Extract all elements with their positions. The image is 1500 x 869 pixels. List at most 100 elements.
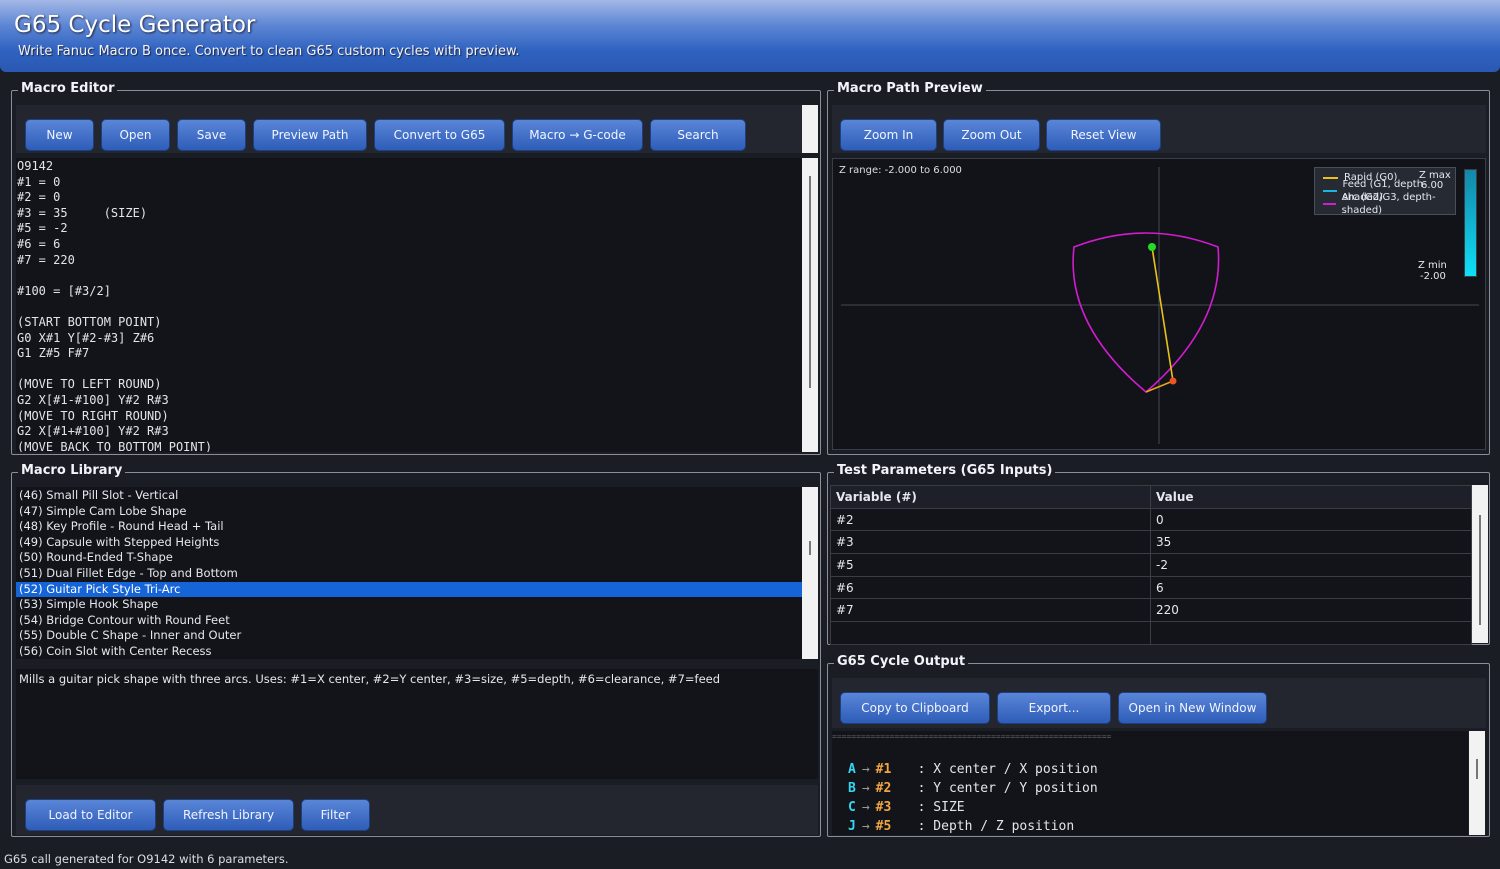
macro-list[interactable]: (46) Small Pill Slot - Vertical (47) Simp… bbox=[16, 487, 802, 659]
macro-list-item[interactable]: (47) Simple Cam Lobe Shape bbox=[16, 504, 802, 520]
new-button[interactable]: New bbox=[25, 119, 94, 151]
status-bar: G65 call generated for O9142 with 6 para… bbox=[4, 852, 289, 866]
code-line: (START BOTTOM POINT) bbox=[17, 314, 162, 329]
path-preview-group: Macro Path Preview Zoom In Zoom Out Rese… bbox=[827, 81, 1490, 455]
depth-colorbar bbox=[1464, 169, 1477, 277]
legend-label: Arc (G2/G3, depth-shaded) bbox=[1341, 191, 1436, 215]
parameter-row[interactable]: #7 220 bbox=[830, 598, 1472, 623]
output-scrollbar[interactable] bbox=[1469, 731, 1485, 835]
code-line: #1 = 0 bbox=[17, 174, 61, 189]
code-line: #2 = 0 bbox=[17, 190, 61, 205]
parameter-row[interactable]: #6 6 bbox=[830, 575, 1472, 600]
code-editor[interactable]: O9142 #1 = 0 #2 = 0 #3 = 35 (SIZE) #5 = -2 #6… bbox=[16, 158, 802, 452]
copy-to-clipboard-button[interactable]: Copy to Clipboard bbox=[840, 692, 990, 724]
parameters-scrollbar[interactable] bbox=[1472, 485, 1488, 643]
macro-list-item[interactable]: (55) Double C Shape - Inner and Outer bbox=[16, 628, 802, 644]
code-line: #3 = 35 (SIZE) bbox=[17, 205, 148, 220]
variable-description: : Depth / Z position bbox=[917, 819, 1075, 834]
open-button[interactable]: Open bbox=[101, 119, 170, 151]
g65-output-group: G65 Cycle Output Copy to Clipboard Expor… bbox=[827, 654, 1490, 837]
macro-description: Mills a guitar pick shape with three arc… bbox=[16, 669, 818, 779]
parameters-table[interactable]: Variable (#) Value #2 0 #3 35 #5 -2 #6 6 #7 220 bbox=[830, 485, 1472, 645]
zoom-in-button[interactable]: Zoom In bbox=[840, 119, 937, 151]
export-button[interactable]: Export... bbox=[997, 692, 1111, 724]
parameter-row[interactable]: #2 0 bbox=[830, 507, 1472, 532]
zmax-value: 6.00 bbox=[1421, 180, 1444, 191]
parameter-variable-cell bbox=[830, 621, 1151, 645]
parameter-value-cell[interactable]: 0 bbox=[1150, 507, 1472, 532]
library-scrollbar[interactable] bbox=[802, 487, 818, 659]
zmin-value: -2.00 bbox=[1420, 271, 1446, 282]
macro-editor-title: Macro Editor bbox=[18, 81, 118, 96]
macro-variable: #1 bbox=[875, 762, 892, 777]
macro-list-item[interactable]: (50) Round-Ended T-Shape bbox=[16, 550, 802, 566]
code-line: O9142 bbox=[17, 159, 54, 173]
column-header-variable: Variable (#) bbox=[830, 485, 1151, 509]
variable-description: : SIZE bbox=[917, 800, 965, 815]
parameter-value-cell[interactable]: 6 bbox=[1150, 575, 1472, 600]
start-point-marker bbox=[1148, 243, 1156, 251]
legend-swatch bbox=[1323, 189, 1337, 192]
macro-list-item[interactable]: (54) Bridge Contour with Round Feet bbox=[16, 613, 802, 629]
g65-output-text[interactable]: ========================================… bbox=[832, 731, 1468, 835]
reset-view-button[interactable]: Reset View bbox=[1046, 119, 1161, 151]
code-line: #5 = -2 bbox=[17, 221, 68, 236]
macro-variable: #2 bbox=[875, 781, 892, 796]
load-to-editor-button[interactable]: Load to Editor bbox=[25, 799, 156, 831]
macro-list-item[interactable]: (49) Capsule with Stepped Heights bbox=[16, 535, 802, 551]
refresh-library-button[interactable]: Refresh Library bbox=[163, 799, 294, 831]
z-range-label: Z range: -2.000 to 6.000 bbox=[839, 165, 962, 176]
arrow-icon: → bbox=[861, 819, 870, 834]
editor-scrollbar-top[interactable] bbox=[802, 105, 818, 153]
macro-list-item[interactable]: (53) Simple Hook Shape bbox=[16, 597, 802, 613]
code-line: G2 X[#1+#100] Y#2 R#3 bbox=[17, 424, 169, 439]
column-header-value: Value bbox=[1150, 485, 1472, 509]
g65-letter: C bbox=[848, 800, 856, 815]
open-in-new-window-button[interactable]: Open in New Window bbox=[1118, 692, 1267, 724]
test-parameters-group: Test Parameters (G65 Inputs) Variable (#… bbox=[827, 463, 1490, 645]
search-button[interactable]: Search bbox=[650, 119, 746, 151]
variable-description: : Y center / Y position bbox=[917, 781, 1098, 796]
macro-library-group: Macro Library (46) Small Pill Slot - Ver… bbox=[11, 463, 821, 837]
app-subtitle: Write Fanuc Macro B once. Convert to cle… bbox=[18, 44, 520, 59]
macro-to-gcode-button[interactable]: Macro → G-code bbox=[512, 119, 643, 151]
parameter-value-cell[interactable] bbox=[1150, 621, 1472, 645]
preview-canvas[interactable]: Z range: -2.000 to 6.000 Rapid (G0) Feed … bbox=[832, 158, 1486, 450]
arrow-icon: → bbox=[861, 781, 870, 796]
code-line: #7 = 220 bbox=[17, 252, 75, 267]
editor-scrollbar[interactable] bbox=[802, 158, 818, 452]
macro-list-item[interactable]: (46) Small Pill Slot - Vertical bbox=[16, 488, 802, 504]
code-line: G1 Z#5 F#7 bbox=[17, 346, 90, 361]
convert-to-g65-button[interactable]: Convert to G65 bbox=[374, 119, 505, 151]
code-line: (MOVE BACK TO BOTTOM POINT) bbox=[17, 439, 213, 452]
parameter-row[interactable]: #3 35 bbox=[830, 530, 1472, 555]
parameter-value-cell[interactable]: 220 bbox=[1150, 598, 1472, 623]
output-mapping-row: C → #3: SIZE bbox=[832, 798, 1468, 817]
code-line: G2 X[#1-#100] Y#2 R#3 bbox=[17, 392, 169, 407]
parameter-row[interactable] bbox=[830, 621, 1472, 645]
macro-library-title: Macro Library bbox=[18, 463, 126, 478]
macro-list-item[interactable]: (48) Key Profile - Round Head + Tail bbox=[16, 519, 802, 535]
parameter-value-cell[interactable]: -2 bbox=[1150, 553, 1472, 577]
macro-list-item[interactable]: (56) Coin Slot with Center Recess bbox=[16, 644, 802, 659]
test-parameters-title: Test Parameters (G65 Inputs) bbox=[834, 463, 1056, 478]
app-title: G65 Cycle Generator bbox=[14, 12, 256, 38]
code-line: #100 = [#3/2] bbox=[17, 283, 111, 298]
save-button[interactable]: Save bbox=[177, 119, 246, 151]
variable-description: : X center / X position bbox=[917, 762, 1098, 777]
preview-path-button[interactable]: Preview Path bbox=[253, 119, 367, 151]
parameter-value-cell[interactable]: 35 bbox=[1150, 530, 1472, 555]
filter-button[interactable]: Filter bbox=[301, 799, 370, 831]
parameter-variable-cell: #3 bbox=[830, 530, 1151, 555]
parameter-row[interactable]: #5 -2 bbox=[830, 553, 1472, 577]
parameter-variable-cell: #7 bbox=[830, 598, 1151, 623]
rapid-path bbox=[1151, 246, 1174, 382]
g65-letter: A bbox=[848, 762, 856, 777]
arrow-icon: → bbox=[861, 762, 870, 777]
macro-list-item[interactable]: (51) Dual Fillet Edge - Top and Bottom bbox=[16, 566, 802, 582]
macro-list-item[interactable]: (52) Guitar Pick Style Tri-Arc bbox=[16, 581, 802, 598]
zoom-out-button[interactable]: Zoom Out bbox=[943, 119, 1040, 151]
